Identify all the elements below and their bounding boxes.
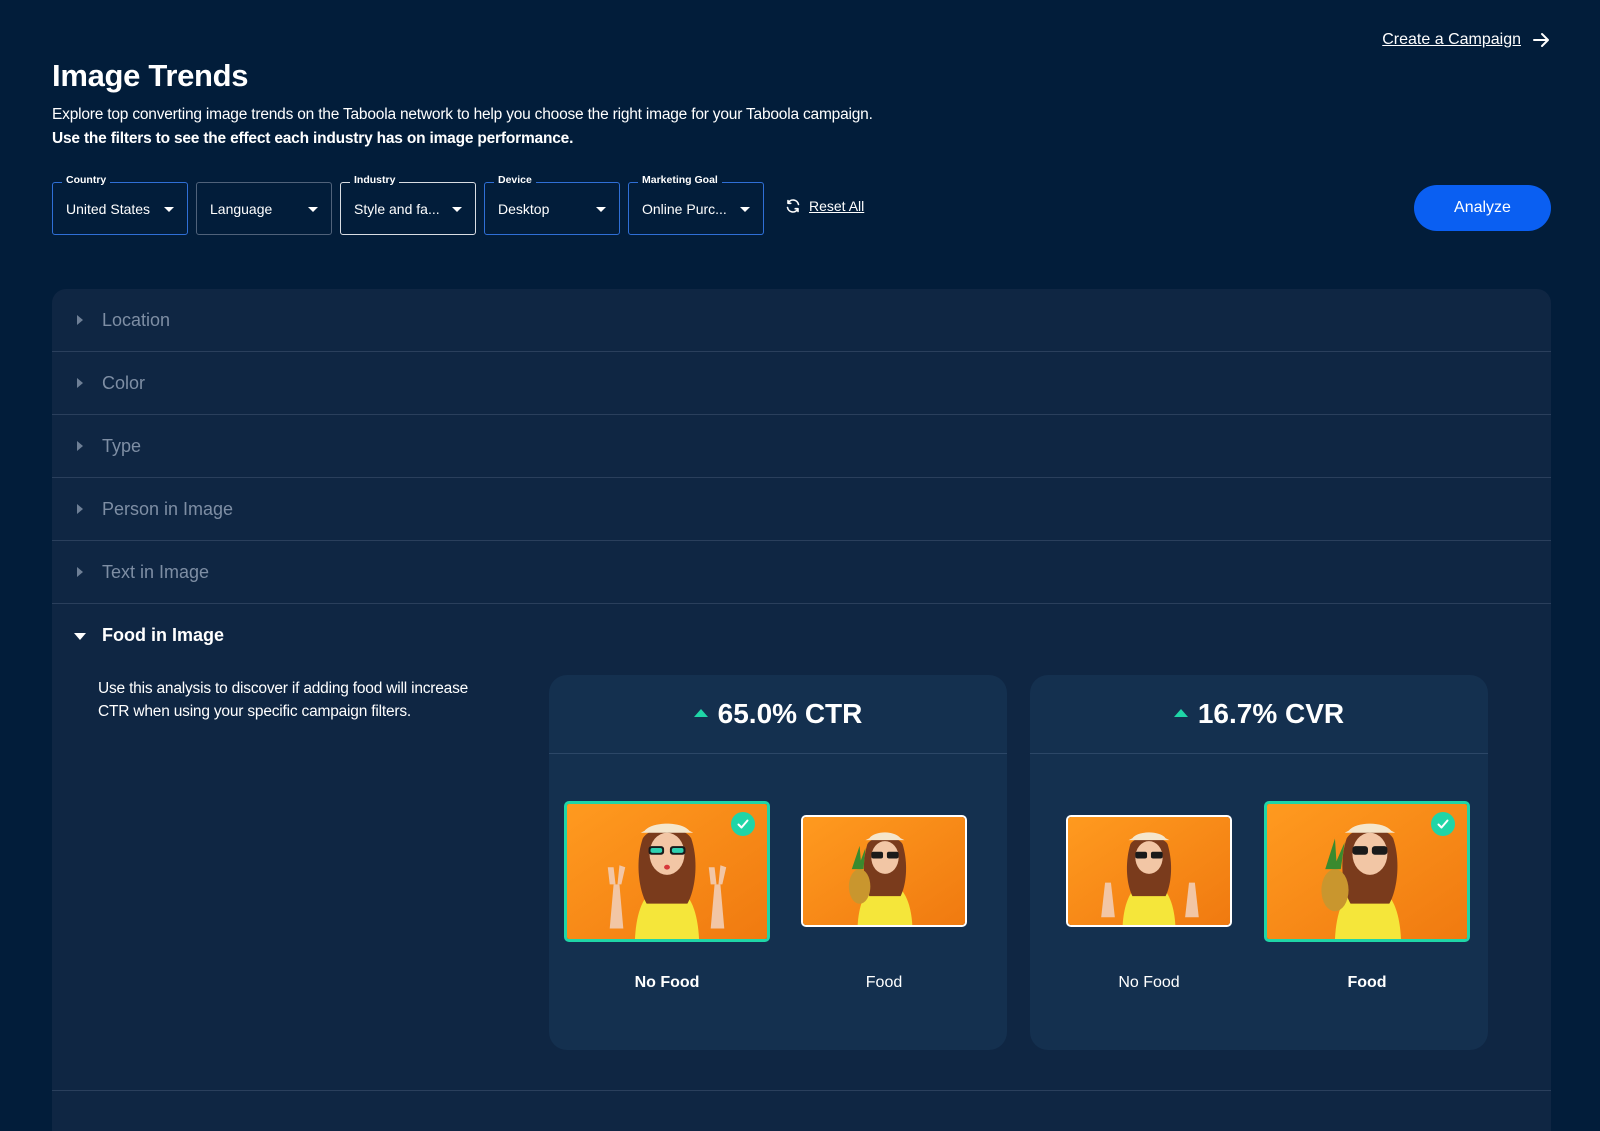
caret-down-icon <box>164 207 174 212</box>
food-label: Food <box>1347 974 1387 991</box>
accordion-label: Food in Image <box>102 625 225 645</box>
accordion-label: Type <box>102 435 142 456</box>
chevron-right-icon <box>77 504 83 514</box>
accordion-person-in-image[interactable]: Person in Image <box>52 478 1551 541</box>
trend-up-icon <box>1173 709 1188 717</box>
accordion-type[interactable]: Type <box>52 415 1551 478</box>
chevron-right-icon <box>77 378 83 388</box>
no-food-label: No Food <box>1118 974 1180 991</box>
accordion-location[interactable]: Location <box>52 289 1551 352</box>
accordion-food-in-image[interactable]: Food in Image <box>52 604 1551 667</box>
create-campaign-label: Create a Campaign <box>1382 31 1521 48</box>
accordion-label: Text in Image <box>102 561 210 582</box>
cvr-card: 16.7% CVR No Food Food <box>1030 675 1488 1050</box>
page-title: Image Trends <box>52 58 249 93</box>
analysis-panel: Location Color Type Person in Image Text… <box>52 289 1551 1131</box>
food-label: Food <box>865 974 903 991</box>
ctr-metric: 65.0% CTR <box>717 698 863 729</box>
reset-all-label: Reset All <box>809 198 865 214</box>
no-food-label: No Food <box>634 974 700 991</box>
marketing-goal-legend: Marketing Goal <box>638 174 722 186</box>
accordion-label: Location <box>102 309 171 330</box>
device-select[interactable]: Device Desktop <box>484 174 620 235</box>
caret-down-icon <box>596 207 606 212</box>
check-icon <box>1431 812 1455 836</box>
woman-pineapple-image <box>803 817 965 925</box>
check-icon <box>731 812 755 836</box>
industry-value: Style and fa... <box>354 200 440 217</box>
accordion-label: Person in Image <box>102 498 234 519</box>
industry-legend: Industry <box>350 174 400 186</box>
ctr-card: 65.0% CTR No Food Food <box>549 675 1007 1050</box>
arrow-right-icon <box>1533 33 1549 47</box>
analyze-button[interactable]: Analyze <box>1414 185 1551 231</box>
country-value: United States <box>66 200 151 217</box>
section-divider <box>52 1090 1551 1091</box>
marketing-goal-value: Online Purc... <box>642 200 727 217</box>
chevron-right-icon <box>77 315 83 325</box>
accordion-label: Color <box>102 372 146 393</box>
no-food-image-option[interactable] <box>564 801 770 942</box>
chevron-down-icon <box>74 633 86 640</box>
country-legend: Country <box>62 174 111 186</box>
no-food-image-option[interactable] <box>1066 815 1232 927</box>
language-value: Language <box>210 200 273 217</box>
caret-down-icon <box>452 207 462 212</box>
device-legend: Device <box>494 174 536 186</box>
page-description: Explore top converting image trends on t… <box>52 106 873 123</box>
device-value: Desktop <box>498 200 550 217</box>
country-select[interactable]: Country United States <box>52 174 188 235</box>
caret-down-icon <box>308 207 318 212</box>
chevron-right-icon <box>77 441 83 451</box>
trend-up-icon <box>693 709 708 717</box>
food-image-option[interactable] <box>1264 801 1470 942</box>
page-instructions: Use the filters to see the effect each i… <box>52 130 574 147</box>
food-image-option[interactable] <box>801 815 967 927</box>
industry-select[interactable]: Industry Style and fa... <box>340 174 476 235</box>
cvr-metric: 16.7% CVR <box>1197 698 1345 729</box>
create-campaign-link[interactable]: Create a Campaign <box>1382 30 1551 50</box>
marketing-goal-select[interactable]: Marketing Goal Online Purc... <box>628 174 764 235</box>
food-section-description: Use this analysis to discover if adding … <box>98 680 469 720</box>
accordion-text-in-image[interactable]: Text in Image <box>52 541 1551 604</box>
caret-down-icon <box>740 207 750 212</box>
reset-all-button[interactable]: Reset All <box>785 198 864 214</box>
woman-peace-sign-image <box>1068 817 1230 925</box>
chevron-right-icon <box>77 567 83 577</box>
refresh-icon <box>786 199 800 213</box>
language-select[interactable]: Language <box>196 182 332 235</box>
accordion-color[interactable]: Color <box>52 352 1551 415</box>
